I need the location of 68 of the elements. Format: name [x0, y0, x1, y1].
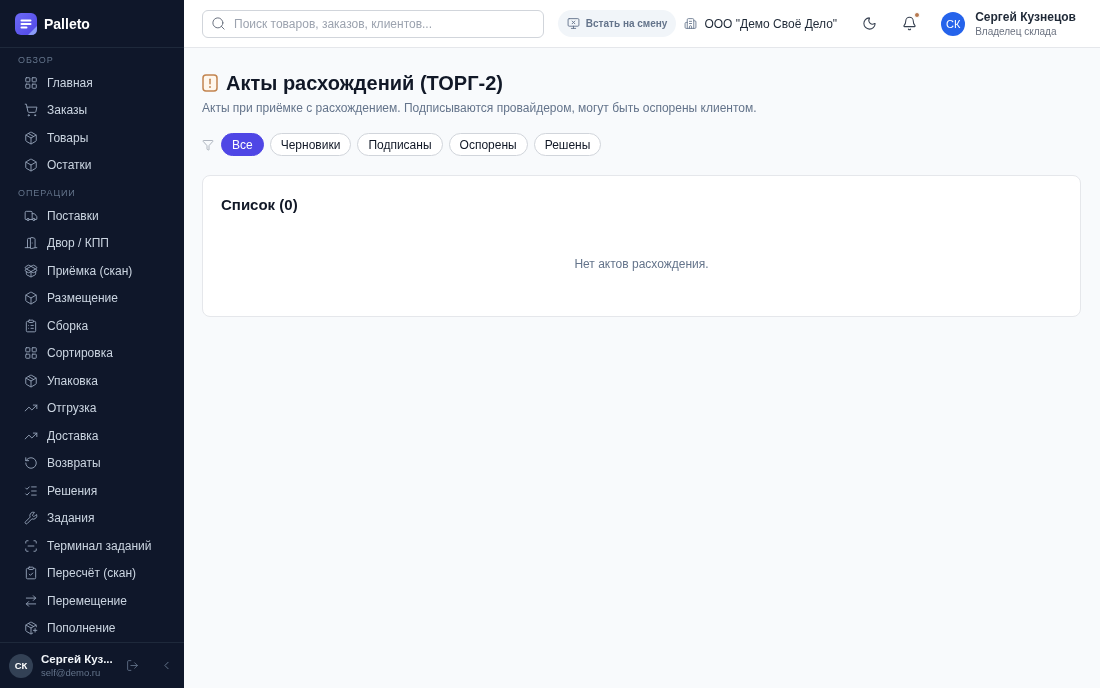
search-icon: [211, 15, 226, 31]
grid-icon: [24, 346, 38, 361]
nav-item[interactable]: Упаковка: [12, 367, 172, 395]
user-name: Сергей Кузнецов: [975, 10, 1076, 24]
filter-chip[interactable]: Черновики: [269, 133, 352, 156]
truck-icon: [24, 208, 38, 223]
package-icon: [24, 373, 38, 388]
package-plus-icon: [24, 621, 38, 636]
nav-item[interactable]: Терминал заданий: [12, 532, 172, 560]
nav-item[interactable]: Возвраты: [12, 449, 172, 477]
nav-item[interactable]: Отгрузка: [12, 394, 172, 422]
search-field[interactable]: Поиск товаров, заказов, клиентов...: [202, 9, 544, 38]
filter-chip[interactable]: Решены: [533, 133, 602, 156]
nav-item[interactable]: Задания: [12, 504, 172, 532]
user-avatar[interactable]: СК: [941, 11, 966, 36]
nav-item[interactable]: Поставки: [12, 202, 172, 230]
box-icon: [24, 158, 38, 173]
rotate-ccw-icon: [24, 456, 38, 471]
monitor-icon: [566, 17, 580, 30]
door-icon: [24, 236, 38, 251]
nav-item[interactable]: Сортировка: [12, 339, 172, 367]
nav-item[interactable]: Пополнение: [12, 614, 172, 642]
user-role: Владелец склада: [975, 26, 1058, 37]
start-shift-button[interactable]: Встать на смену: [557, 10, 677, 37]
nav-section-title: ОБЗОР: [17, 54, 55, 67]
bell-icon: [901, 16, 917, 31]
package-icon: [24, 130, 38, 145]
nav-item[interactable]: Главная: [12, 69, 172, 97]
scan-icon: [24, 538, 38, 553]
logo-icon: [15, 12, 37, 35]
empty-state-text: Нет актов расхождения.: [573, 257, 710, 271]
filter-chip[interactable]: Оспорены: [448, 133, 528, 156]
clipboard-check-icon: [24, 566, 38, 581]
alert-document-icon: [202, 74, 218, 92]
nav-item[interactable]: Доставка: [12, 422, 172, 450]
nav-section-title: ОПЕРАЦИИ: [17, 187, 77, 200]
user-name: Сергей Куз...: [41, 653, 113, 665]
building-icon: [684, 17, 698, 30]
company-selector[interactable]: ООО "Демо Своё Дело": [684, 16, 838, 31]
nav-item[interactable]: Приёмка (скан): [12, 257, 172, 285]
nav-item[interactable]: Остатки: [12, 151, 172, 179]
page-title: Акты расхождений (ТОРГ-2): [226, 71, 503, 96]
filter-icon: [202, 138, 214, 151]
nav-item[interactable]: Решения: [12, 477, 172, 505]
grid-icon: [24, 75, 38, 90]
user-avatar: СК: [9, 653, 33, 678]
moon-icon: [861, 16, 877, 31]
nav-item[interactable]: Пересчёт (скан): [12, 559, 172, 587]
nav-item[interactable]: Двор / КПП: [12, 229, 172, 257]
nav-item[interactable]: Сборка: [12, 312, 172, 340]
wrench-icon: [24, 511, 38, 526]
box-icon: [24, 291, 38, 306]
cart-icon: [24, 103, 38, 118]
filter-chip[interactable]: Подписаны: [357, 133, 443, 156]
nav-item[interactable]: Размещение: [12, 284, 172, 312]
card-title: Список (0): [221, 195, 299, 215]
nav-item[interactable]: Товары: [12, 124, 172, 152]
nav-item[interactable]: Заказы: [12, 96, 172, 124]
checklist-icon: [24, 483, 38, 498]
clipboard-list-icon: [24, 318, 38, 333]
brand-name: Palleto: [44, 15, 90, 32]
package-icon: [24, 263, 38, 278]
logout-icon: [126, 659, 140, 672]
user-email: self@demo.ru: [41, 667, 102, 678]
nav-item[interactable]: Перемещение: [12, 587, 172, 615]
filter-chip[interactable]: Все: [221, 133, 264, 156]
page-subtitle: Акты при приёмке с расхождением. Подписываются провайдером, могут быть оспорены клиентом.: [202, 100, 758, 116]
swap-arrows-icon: [24, 593, 38, 608]
